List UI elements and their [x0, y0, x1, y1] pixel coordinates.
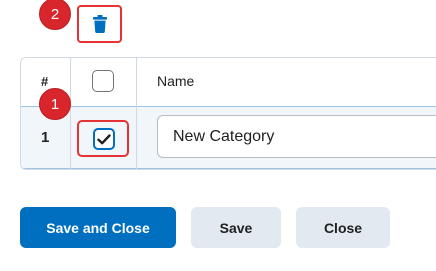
category-name-input[interactable]: [157, 115, 436, 158]
row-checkbox-highlight: [77, 120, 129, 157]
trash-icon: [92, 15, 107, 33]
row-select-checkbox[interactable]: [93, 128, 115, 150]
table-header-row: [21, 58, 436, 107]
row-divider: [21, 106, 436, 107]
checkmark-icon: [97, 133, 111, 144]
callout-badge-1: 1: [39, 88, 71, 120]
delete-button[interactable]: [77, 5, 122, 43]
row-number: 1: [41, 129, 50, 146]
column-header-number: #: [41, 74, 49, 89]
column-header-name: Name: [157, 73, 195, 89]
callout-badge-2: 2: [39, 0, 71, 30]
row-divider: [21, 168, 436, 169]
category-table: # Name 1: [20, 57, 436, 170]
column-divider: [136, 58, 137, 169]
category-editor: # Name 1 2 1 Save and Close Save Close: [0, 0, 436, 271]
column-divider: [70, 58, 71, 169]
close-button[interactable]: Close: [296, 207, 390, 248]
select-all-checkbox[interactable]: [92, 70, 114, 92]
save-and-close-button[interactable]: Save and Close: [20, 207, 176, 248]
save-button[interactable]: Save: [191, 207, 281, 248]
